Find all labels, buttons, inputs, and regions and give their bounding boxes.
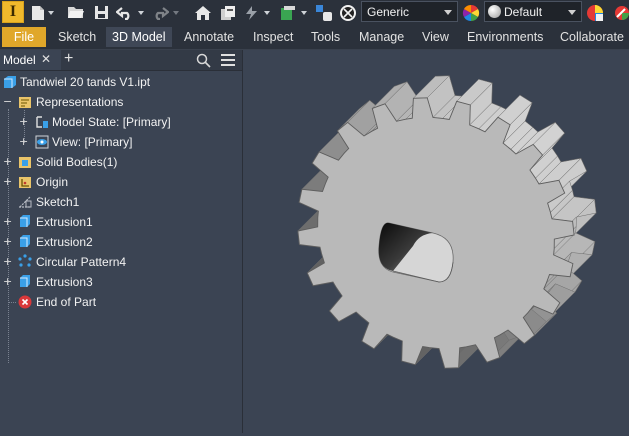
expand-icon[interactable]: + bbox=[3, 216, 12, 227]
tree-item-label: Origin bbox=[36, 175, 69, 189]
tree-item-label: Sketch1 bbox=[36, 195, 80, 209]
tree-item-label: View: [Primary] bbox=[52, 135, 133, 149]
redo-icon[interactable] bbox=[150, 3, 170, 22]
tree-item-label: Extrusion1 bbox=[36, 215, 93, 229]
tree-item-label: End of Part bbox=[36, 295, 97, 309]
tree-item-extrusion3[interactable]: + Extrusion3 bbox=[0, 272, 242, 292]
sketch-icon bbox=[19, 196, 32, 208]
tree-item-view[interactable]: + View: [Primary] bbox=[0, 132, 242, 152]
app-logo-icon[interactable]: I bbox=[2, 1, 24, 23]
material-sphere-icon bbox=[488, 5, 501, 18]
solid-bodies-folder-icon bbox=[19, 157, 31, 168]
collapse-icon[interactable]: − bbox=[3, 96, 12, 107]
tree-item-origin[interactable]: + Origin bbox=[0, 172, 242, 192]
tree-item-sketch1[interactable]: Sketch1 bbox=[0, 192, 242, 212]
material-dropdown-value: Default bbox=[504, 4, 543, 19]
expand-icon[interactable]: + bbox=[3, 236, 12, 247]
extrusion-icon bbox=[20, 275, 30, 287]
tree-item-label: Circular Pattern4 bbox=[36, 255, 127, 269]
tab-view[interactable]: View bbox=[416, 27, 455, 47]
tab-tools[interactable]: Tools bbox=[305, 27, 346, 47]
tab-sketch[interactable]: Sketch bbox=[52, 27, 102, 47]
tree-root[interactable]: Tandwiel 20 tands V1.ipt bbox=[0, 72, 242, 92]
representations-folder-icon bbox=[19, 97, 31, 108]
material-dropdown[interactable]: Default bbox=[484, 1, 582, 22]
expand-icon[interactable]: + bbox=[3, 176, 12, 187]
tab-file[interactable]: File bbox=[2, 27, 46, 47]
ribbon-tab-bar: File Sketch 3D Model Annotate Inspect To… bbox=[0, 25, 629, 50]
appearance-dropdown[interactable]: Generic bbox=[361, 1, 458, 22]
tree-root-label: Tandwiel 20 tands V1.ipt bbox=[20, 75, 151, 89]
select-dropdown-icon[interactable] bbox=[300, 3, 308, 22]
home-icon[interactable] bbox=[193, 3, 213, 22]
save-icon[interactable] bbox=[92, 3, 110, 22]
end-of-part-icon bbox=[18, 295, 32, 309]
open-folder-icon[interactable] bbox=[66, 3, 86, 22]
graphics-viewport[interactable] bbox=[243, 50, 629, 433]
adjust-appearance-icon[interactable] bbox=[585, 3, 605, 22]
model-state-icon bbox=[36, 116, 48, 128]
expand-icon[interactable]: + bbox=[3, 276, 12, 287]
expand-icon[interactable]: + bbox=[19, 136, 28, 147]
tree-item-extrusion1[interactable]: + Extrusion1 bbox=[0, 212, 242, 232]
tree-item-label: Model State: [Primary] bbox=[52, 115, 171, 129]
new-file-icon[interactable] bbox=[30, 3, 46, 22]
tab-collaborate[interactable]: Collaborate bbox=[554, 27, 629, 47]
chevron-down-icon bbox=[444, 10, 452, 15]
add-tab-icon[interactable]: + bbox=[64, 50, 73, 68]
close-icon[interactable]: ✕ bbox=[41, 52, 51, 66]
tree-item-label: Solid Bodies(1) bbox=[36, 155, 118, 169]
tree-item-label: Extrusion2 bbox=[36, 235, 93, 249]
tab-3d-model[interactable]: 3D Model bbox=[106, 27, 172, 47]
tree-item-representations[interactable]: − Representations bbox=[0, 92, 242, 112]
undo-icon[interactable] bbox=[115, 3, 135, 22]
redo-dropdown-icon[interactable] bbox=[172, 3, 180, 22]
quick-access-toolbar: I Generic Default bbox=[0, 0, 629, 25]
browser-tab-label: Model bbox=[3, 53, 36, 67]
tree-item-circular-pattern4[interactable]: + Circular Pattern4 bbox=[0, 252, 242, 272]
extrusion-icon bbox=[20, 215, 30, 227]
project-icon[interactable] bbox=[219, 3, 237, 22]
clear-override-icon[interactable] bbox=[612, 3, 629, 22]
tab-model[interactable]: Model ✕ bbox=[0, 50, 61, 70]
update-dropdown-icon[interactable] bbox=[263, 3, 271, 22]
chevron-down-icon bbox=[568, 10, 576, 15]
expand-icon[interactable]: + bbox=[3, 156, 12, 167]
tree-item-label: Representations bbox=[36, 95, 124, 109]
select-icon[interactable] bbox=[278, 3, 298, 22]
color-wheel-icon[interactable] bbox=[461, 3, 481, 22]
update-icon[interactable] bbox=[242, 3, 262, 22]
tree-item-model-state[interactable]: + Model State: [Primary] bbox=[0, 112, 242, 132]
tree-item-label: Extrusion3 bbox=[36, 275, 93, 289]
tree-item-solid-bodies[interactable]: + Solid Bodies(1) bbox=[0, 152, 242, 172]
expand-icon[interactable]: + bbox=[3, 256, 12, 267]
view-eye-icon bbox=[35, 135, 49, 149]
properties-icon[interactable] bbox=[314, 3, 334, 22]
undo-dropdown-icon[interactable] bbox=[137, 3, 145, 22]
hamburger-menu-icon[interactable] bbox=[221, 54, 235, 69]
part-file-icon bbox=[4, 76, 16, 88]
circular-pattern-icon bbox=[18, 254, 32, 267]
tab-manage[interactable]: Manage bbox=[353, 27, 410, 47]
gear-model[interactable] bbox=[243, 50, 629, 433]
new-file-dropdown-icon[interactable] bbox=[47, 3, 55, 22]
tab-annotate[interactable]: Annotate bbox=[178, 27, 240, 47]
clear-appearance-icon[interactable] bbox=[338, 3, 358, 22]
search-icon[interactable] bbox=[196, 53, 211, 71]
browser-header: Model ✕ + bbox=[0, 50, 242, 71]
extrusion-icon bbox=[20, 235, 30, 247]
model-browser: Model ✕ + Tandwiel 20 tands V1.ipt − Rep… bbox=[0, 50, 243, 433]
expand-icon[interactable]: + bbox=[19, 116, 28, 127]
tab-environments[interactable]: Environments bbox=[461, 27, 549, 47]
tab-inspect[interactable]: Inspect bbox=[247, 27, 299, 47]
origin-folder-icon bbox=[19, 177, 31, 188]
tree-item-extrusion2[interactable]: + Extrusion2 bbox=[0, 232, 242, 252]
appearance-dropdown-value: Generic bbox=[367, 4, 410, 19]
tree-item-end-of-part[interactable]: End of Part bbox=[0, 292, 242, 312]
